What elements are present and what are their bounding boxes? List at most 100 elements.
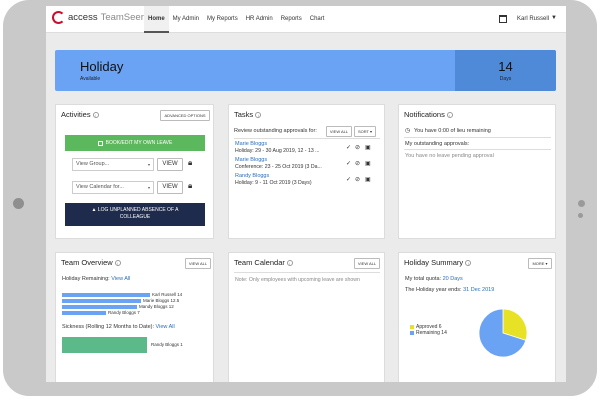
quota-value: 20 Days <box>442 276 463 282</box>
legend-label-remaining: Remaining 14 <box>416 330 447 336</box>
tab-chart[interactable]: Chart <box>306 6 329 33</box>
activities-title: Activities <box>61 110 91 119</box>
legend-swatch-remaining <box>410 331 414 335</box>
top-nav: access TeamSeer Home My Admin My Reports… <box>46 6 566 33</box>
calendar-icon[interactable]: ▣ <box>365 160 371 167</box>
approve-check-icon[interactable]: ✓ <box>346 144 351 151</box>
holiday-banner: Holiday Available 14 Days <box>55 50 556 91</box>
sickness-label: Sickness (Rolling 12 Months to Date): <box>62 324 155 330</box>
tasks-view-all-button[interactable]: VIEW ALL <box>326 126 352 137</box>
chevron-down-icon: ▾ <box>147 185 150 190</box>
tab-hr-admin[interactable]: HR Admin <box>242 6 277 33</box>
info-icon[interactable]: i <box>114 259 121 266</box>
info-icon[interactable]: i <box>286 259 293 266</box>
lock-icon[interactable]: 🔒︎ <box>188 181 192 191</box>
team-calendar-card: Team Calendar i VIEW ALL Note: Only emplo… <box>228 252 385 382</box>
tablet-frame: access TeamSeer Home My Admin My Reports… <box>3 0 597 396</box>
logo[interactable]: access TeamSeer <box>52 11 144 24</box>
holiday-remaining-bar <box>62 311 106 315</box>
outstanding-approvals-label: My outstanding approvals: <box>405 141 470 147</box>
tab-home[interactable]: Home <box>144 6 169 33</box>
sickness-bar <box>62 337 147 353</box>
team-overview-card: Team Overview i VIEW ALL Holiday Remainin… <box>55 252 214 382</box>
sickness-bar-label: Randy Bloggs 1 <box>151 342 183 347</box>
info-icon[interactable]: i <box>446 111 453 118</box>
chevron-down-icon: ▾ <box>147 162 150 167</box>
tasks-card: Tasks i Review outstanding approvals for:… <box>228 104 385 239</box>
calendar-icon[interactable]: ▣ <box>365 144 371 151</box>
task-detail: Holiday: 9 - 11 Oct 2019 (3 Days) <box>235 180 312 186</box>
more-label: MORE <box>532 261 545 266</box>
book-leave-button[interactable]: BOOK/EDIT MY OWN LEAVE <box>65 135 205 151</box>
info-icon[interactable]: i <box>92 111 99 118</box>
holiday-pie-chart <box>478 308 528 358</box>
review-approvals-label: Review outstanding approvals for: <box>234 128 317 134</box>
task-employee-link[interactable]: Marie Bloggs <box>235 157 267 163</box>
book-leave-label: BOOK/EDIT MY OWN LEAVE <box>105 140 173 146</box>
tasks-title: Tasks <box>234 110 254 119</box>
reject-icon[interactable]: ⊘ <box>355 160 360 167</box>
log-absence-label-2: COLLEAGUE <box>119 214 151 220</box>
tablet-side-dot <box>578 213 583 218</box>
calendar-icon[interactable]: ▣ <box>365 176 371 183</box>
banner-title: Holiday <box>80 59 124 74</box>
view-calendar-button[interactable]: VIEW <box>157 181 183 194</box>
view-calendar-select[interactable]: View Calendar for... ▾ <box>72 181 154 194</box>
team-calendar-title: Team Calendar <box>234 258 285 267</box>
tasks-sort-button[interactable]: SORT ▾ <box>354 126 376 137</box>
holiday-remaining-bar-label: Randy Bloggs 7 <box>108 309 140 315</box>
tab-reports[interactable]: Reports <box>277 6 306 33</box>
sort-label: SORT <box>357 129 369 134</box>
divider <box>234 138 380 139</box>
calendar-icon[interactable] <box>499 15 507 23</box>
user-menu-caret-icon[interactable]: ▼ <box>551 15 557 21</box>
view-group-select[interactable]: View Group... ▾ <box>72 158 154 171</box>
task-detail: Holiday: 29 - 30 Aug 2019, 12 - 13 ... <box>235 148 320 154</box>
info-icon[interactable]: i <box>465 259 472 266</box>
activities-card: Activities i ADVANCED OPTIONS BOOK/EDIT M… <box>55 104 214 239</box>
logo-text-access: access <box>68 12 98 23</box>
holiday-remaining-view-all-link[interactable]: View All <box>111 276 130 282</box>
nav-tabs: Home My Admin My Reports HR Admin Report… <box>144 6 328 33</box>
task-employee-link[interactable]: Marie Bloggs <box>235 141 267 147</box>
task-detail: Conference: 23 - 25 Oct 2019 (3 Da... <box>235 164 322 170</box>
tab-my-reports[interactable]: My Reports <box>203 6 242 33</box>
holiday-remaining-label: Holiday Remaining: <box>62 276 110 282</box>
log-absence-label-1: LOG UNPLANNED ABSENCE OF A <box>97 207 179 213</box>
calendar-icon <box>97 140 103 146</box>
team-overview-view-all-button[interactable]: VIEW ALL <box>185 258 211 269</box>
team-calendar-note: Note: Only employees with upcoming leave… <box>235 277 360 283</box>
holiday-remaining-bar <box>62 293 150 297</box>
holiday-summary-more-button[interactable]: MORE ▾ <box>528 258 552 269</box>
info-icon[interactable]: i <box>255 111 262 118</box>
team-calendar-view-all-button[interactable]: VIEW ALL <box>354 258 380 269</box>
logo-text-teamseer: TeamSeer <box>100 12 144 23</box>
lieu-remaining-text: You have 0:00 of lieu remaining <box>414 128 491 134</box>
approve-check-icon[interactable]: ✓ <box>346 176 351 183</box>
holiday-remaining-bar <box>62 299 141 303</box>
team-overview-title: Team Overview <box>61 258 113 267</box>
reject-icon[interactable]: ⊘ <box>355 144 360 151</box>
quota-label: My total quota: <box>405 276 442 282</box>
divider <box>404 137 551 138</box>
reject-icon[interactable]: ⊘ <box>355 176 360 183</box>
banner-value: 14 <box>498 59 513 74</box>
year-end-value: 31 Dec 2019 <box>463 287 495 293</box>
task-employee-link[interactable]: Randy Bloggs <box>235 173 269 179</box>
holiday-summary-title: Holiday Summary <box>404 258 464 267</box>
user-name[interactable]: Karl Russell <box>517 16 549 22</box>
sickness-view-all-link[interactable]: View All <box>156 324 175 330</box>
advanced-options-button[interactable]: ADVANCED OPTIONS <box>160 110 210 121</box>
tab-my-admin[interactable]: My Admin <box>169 6 203 33</box>
tablet-side-button <box>578 200 585 207</box>
legend-swatch-approved <box>410 325 414 329</box>
year-end-line: The Holiday year ends: 31 Dec 2019 <box>405 287 494 293</box>
no-pending-text: You have no leave pending approval <box>405 153 494 159</box>
divider <box>404 149 551 150</box>
view-group-button[interactable]: VIEW <box>157 158 183 171</box>
holiday-remaining-line: Holiday Remaining: View All <box>62 276 130 282</box>
banner-subtitle: Available <box>80 76 101 82</box>
lock-icon[interactable]: 🔒︎ <box>188 158 192 168</box>
log-absence-button[interactable]: ▲ LOG UNPLANNED ABSENCE OF A COLLEAGUE <box>65 203 205 226</box>
approve-check-icon[interactable]: ✓ <box>346 160 351 167</box>
